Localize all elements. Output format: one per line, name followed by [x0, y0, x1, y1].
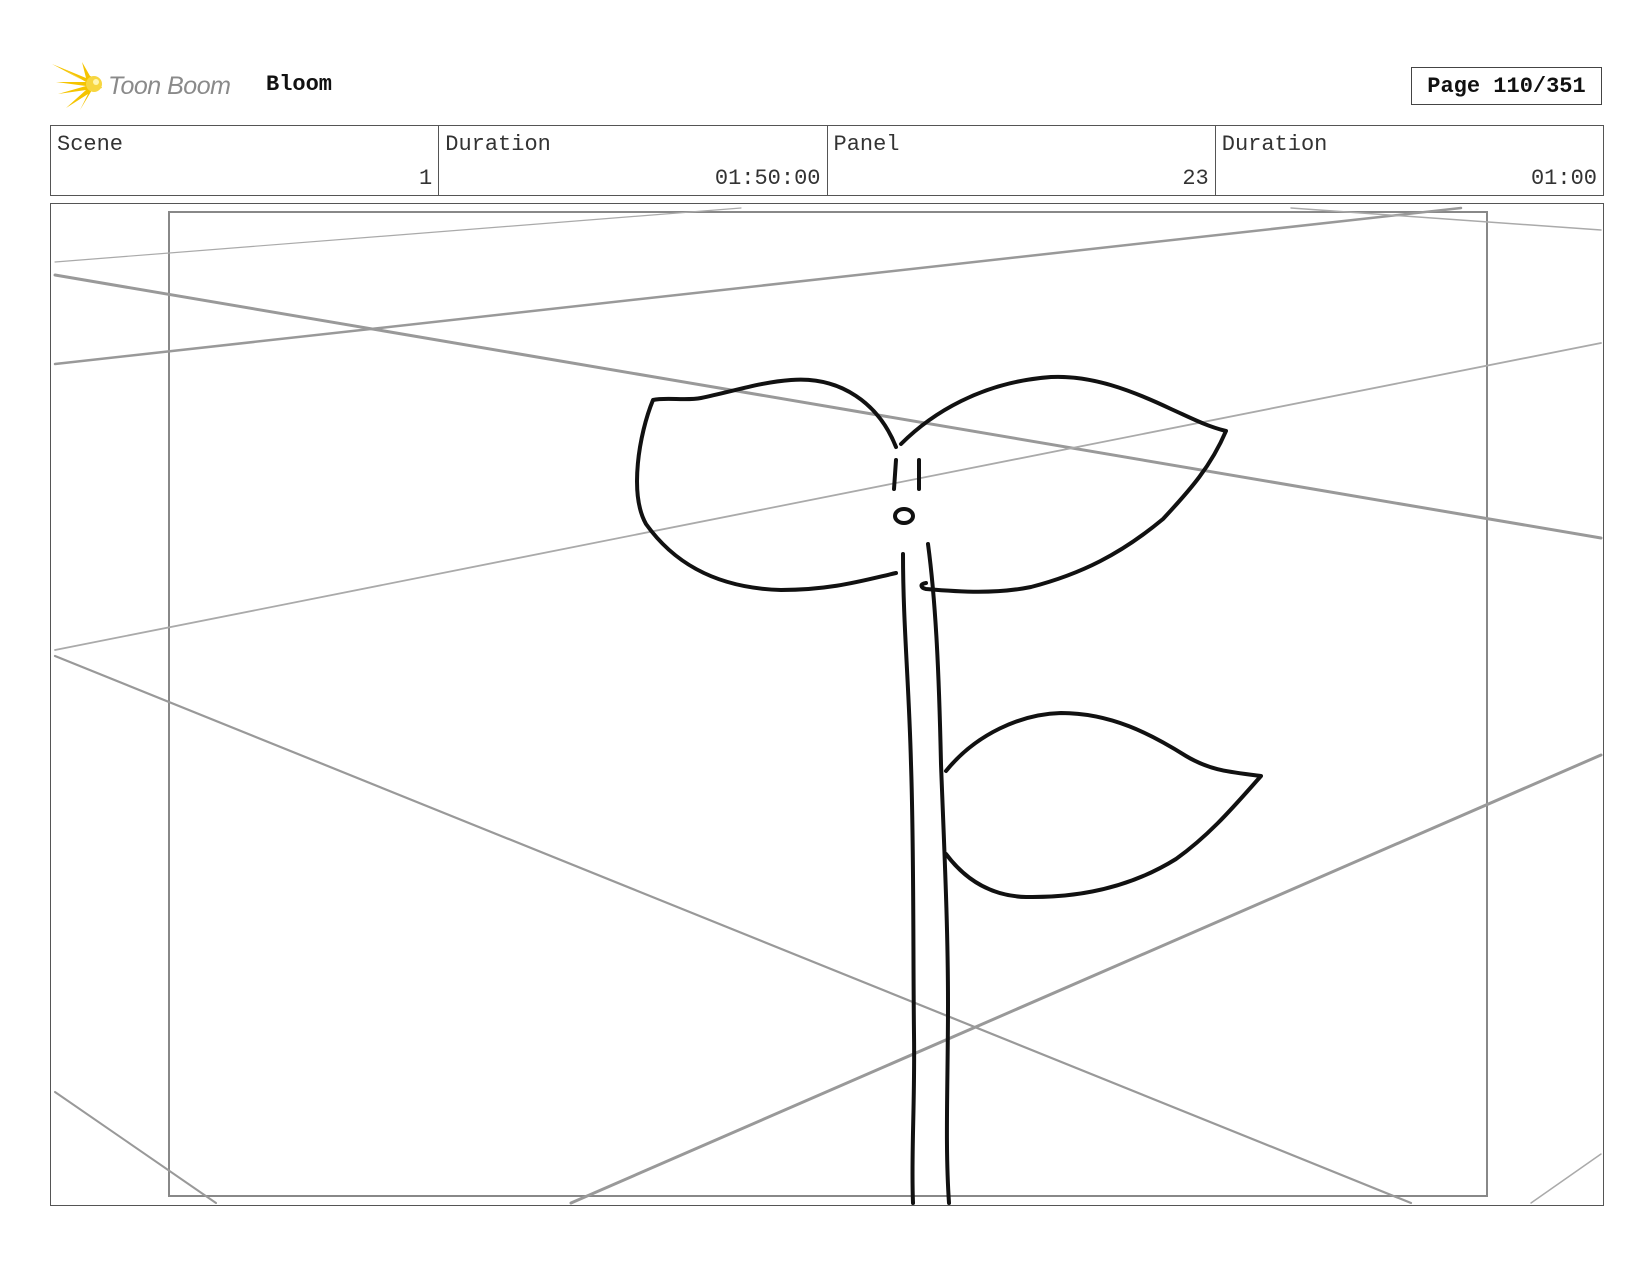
- panel-sketch: [53, 206, 1603, 1205]
- panel-duration-cell: Duration 01:00: [1216, 126, 1603, 195]
- panel-duration-value: 01:00: [1530, 166, 1597, 191]
- scene-value: 1: [419, 166, 433, 191]
- starburst-logo-icon: [52, 62, 102, 110]
- panel-value: 23: [1182, 166, 1209, 191]
- panel-label: Panel: [833, 132, 900, 157]
- perspective-guides: [53, 206, 1603, 1205]
- scene-cell: Scene 1: [51, 126, 440, 195]
- toon-boom-logo: Toon Boom: [52, 58, 231, 114]
- panel-info-table: Scene 1 Duration 01:50:00 Panel 23 Durat…: [50, 125, 1604, 196]
- scene-label: Scene: [57, 132, 124, 157]
- project-title: Bloom: [266, 72, 333, 97]
- scene-duration-cell: Duration 01:50:00: [439, 126, 828, 195]
- panel-duration-label: Duration: [1221, 132, 1328, 157]
- scene-duration-label: Duration: [445, 132, 551, 157]
- safe-area-frame: [168, 211, 1488, 1197]
- storyboard-panel: [50, 203, 1604, 1206]
- logo-text: Toon Boom: [108, 71, 231, 100]
- scene-duration-value: 01:50:00: [714, 166, 821, 191]
- panel-cell: Panel 23: [828, 126, 1216, 195]
- page-number: Page 110/351: [1411, 67, 1602, 105]
- plant-sketch: [635, 374, 1263, 1205]
